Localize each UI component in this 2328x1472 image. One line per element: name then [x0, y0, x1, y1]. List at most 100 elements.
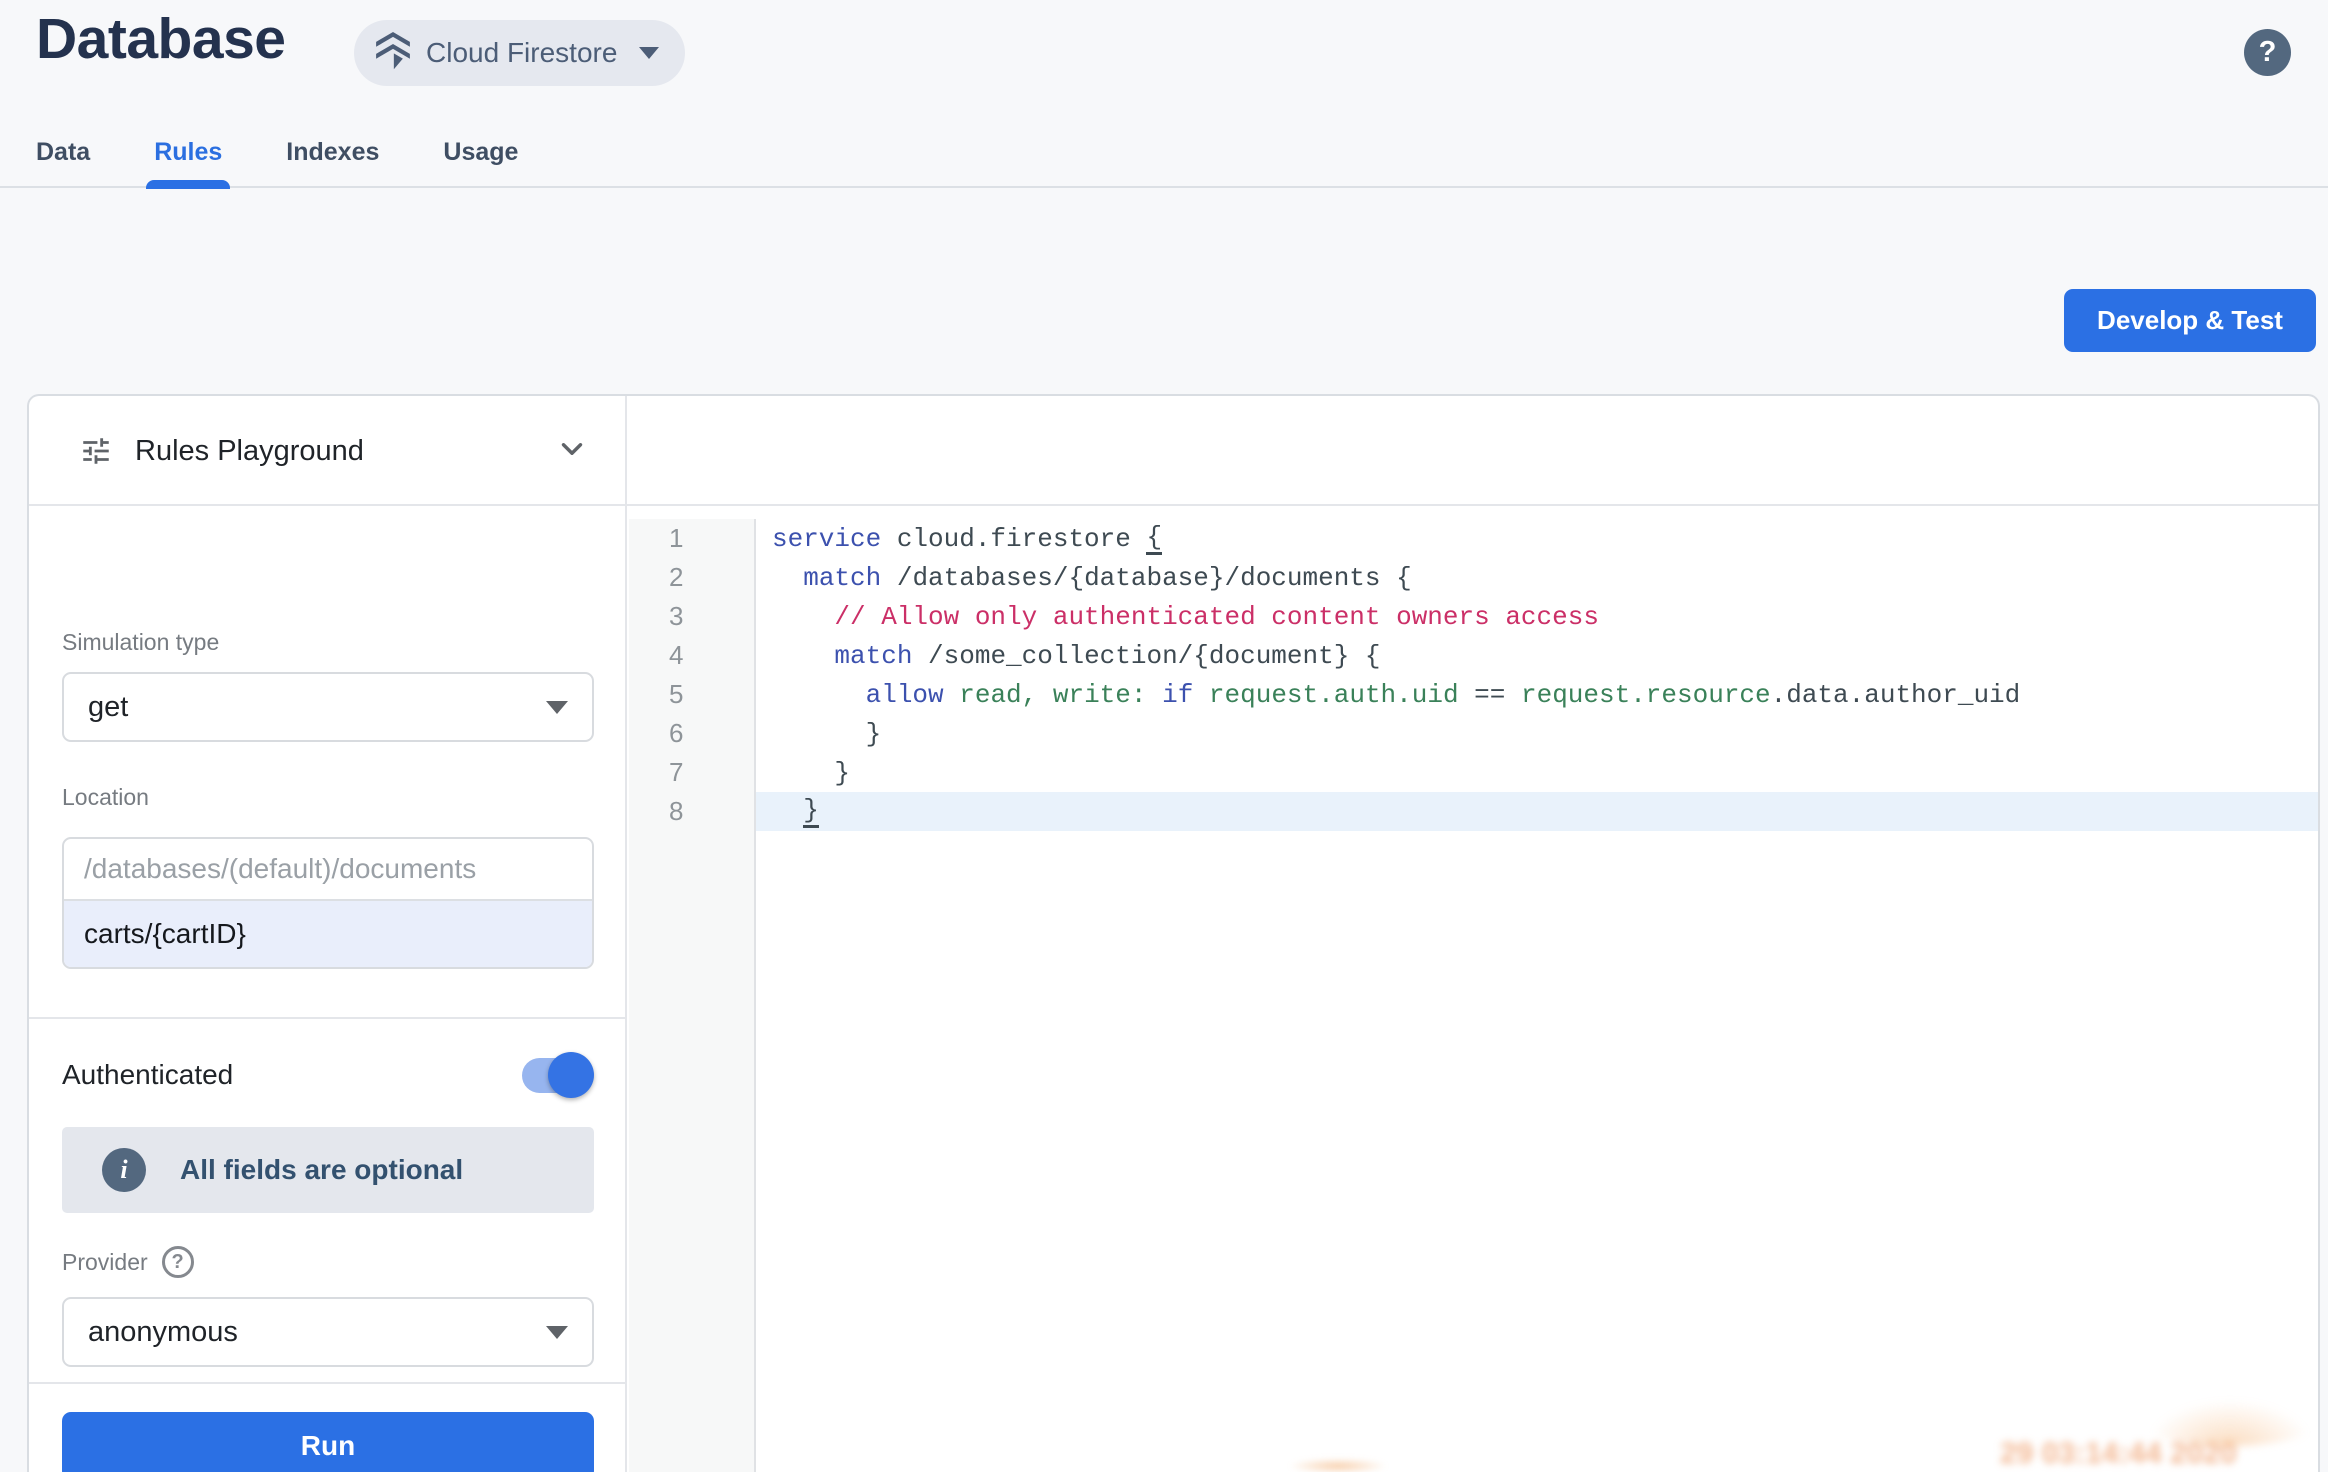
code-line-8[interactable]: 8 } [629, 792, 2318, 831]
code-token [944, 680, 960, 710]
code-token: request.auth.uid [1209, 680, 1459, 710]
code-text: } [756, 714, 2318, 753]
info-icon: i [102, 1148, 146, 1192]
code-token: { [1146, 522, 1162, 555]
simulation-type-label: Simulation type [62, 629, 219, 656]
code-token: allow [866, 680, 944, 710]
provider-value: anonymous [88, 1316, 238, 1349]
location-label: Location [62, 784, 149, 811]
line-number: 1 [629, 519, 756, 558]
authenticated-label: Authenticated [62, 1059, 233, 1091]
code-token: read, write: [959, 680, 1162, 710]
chevron-down-icon [639, 47, 659, 59]
location-input[interactable]: /databases/(default)/documents [64, 839, 592, 901]
code-token [772, 680, 866, 710]
line-number: 3 [629, 597, 756, 636]
code-token: /some_collection/{document} { [912, 641, 1380, 671]
code-text: // Allow only authenticated content owne… [756, 597, 2318, 636]
rules-playground-title: Rules Playground [135, 435, 555, 468]
code-text: } [756, 792, 2318, 831]
location-box: /databases/(default)/documents carts/{ca… [62, 837, 594, 969]
simulation-type-select[interactable]: get [62, 672, 594, 742]
tab-label: Usage [443, 138, 518, 167]
toggle-knob [548, 1052, 594, 1098]
provider-label: Provider [62, 1249, 148, 1276]
code-text: } [756, 753, 2318, 792]
collapse-chevron-icon[interactable] [555, 432, 589, 471]
simulation-type-value: get [88, 691, 128, 724]
rules-playground-body: Simulation type get Location /databases/… [29, 506, 625, 1472]
location-placeholder: /databases/(default)/documents [84, 853, 476, 885]
divider [29, 1382, 625, 1384]
tab-label: Indexes [286, 138, 379, 167]
line-number: 4 [629, 636, 756, 675]
provider-row: Provider ? [62, 1246, 194, 1278]
gutter [629, 831, 756, 1472]
help-button[interactable]: ? [2244, 29, 2291, 76]
product-chip-label: Cloud Firestore [426, 37, 617, 69]
authenticated-toggle[interactable] [522, 1052, 594, 1098]
code-token: request.resource [1521, 680, 1771, 710]
tab-label: Rules [154, 138, 222, 167]
active-tab-indicator [146, 180, 230, 189]
line-number: 5 [629, 675, 756, 714]
code-token: == [1459, 680, 1521, 710]
code-token: } [772, 758, 850, 788]
code-token [1193, 680, 1209, 710]
tab-bar: Data Rules Indexes Usage [0, 118, 2328, 188]
code-line-3[interactable]: 3 // Allow only authenticated content ow… [629, 597, 2318, 636]
code-text: allow read, write: if request.auth.uid =… [756, 675, 2318, 714]
tab-rules[interactable]: Rules [154, 117, 222, 187]
code-token: match [803, 563, 881, 593]
code-line-6[interactable]: 6 } [629, 714, 2318, 753]
firestore-icon [376, 32, 410, 75]
dropdown-caret-icon [546, 1326, 568, 1339]
page-title: Database [36, 6, 285, 72]
line-number: 2 [629, 558, 756, 597]
code-token: // Allow only authenticated content owne… [772, 602, 1599, 632]
code-token: if [1162, 680, 1193, 710]
code-token: service [772, 524, 881, 554]
rules-playground-panel: Rules Playground Simulation type get Loc… [29, 396, 627, 1472]
develop-test-button[interactable]: Develop & Test [2064, 289, 2316, 352]
question-mark-icon: ? [2259, 36, 2277, 69]
code-token [772, 563, 803, 593]
info-banner-text: All fields are optional [180, 1154, 463, 1186]
code-token [772, 641, 834, 671]
dropdown-caret-icon [546, 701, 568, 714]
code-line-7[interactable]: 7 } [629, 753, 2318, 792]
code-line-2[interactable]: 2 match /databases/{database}/documents … [629, 558, 2318, 597]
code-text: match /some_collection/{document} { [756, 636, 2318, 675]
provider-help-icon[interactable]: ? [162, 1246, 194, 1278]
info-banner: i All fields are optional [62, 1127, 594, 1213]
code-area[interactable] [756, 831, 2318, 1472]
code-line-5[interactable]: 5 allow read, write: if request.auth.uid… [629, 675, 2318, 714]
code-text: service cloud.firestore { [756, 519, 2318, 558]
tab-data[interactable]: Data [36, 117, 90, 187]
product-selector-chip[interactable]: Cloud Firestore [354, 20, 685, 86]
location-value-row[interactable]: carts/{cartID} [64, 901, 592, 967]
code-token: match [834, 641, 912, 671]
tab-indexes[interactable]: Indexes [286, 117, 379, 187]
code-text: match /databases/{database}/documents { [756, 558, 2318, 597]
code-line-1[interactable]: 1service cloud.firestore { [629, 519, 2318, 558]
code-line-4[interactable]: 4 match /some_collection/{document} { [629, 636, 2318, 675]
tab-usage[interactable]: Usage [443, 117, 518, 187]
line-number: 7 [629, 753, 756, 792]
rules-card: Rules Playground Simulation type get Loc… [27, 394, 2320, 1472]
divider [29, 1017, 625, 1019]
location-value: carts/{cartID} [84, 918, 246, 950]
code-token: cloud.firestore [881, 524, 1146, 554]
editor-filler [629, 831, 2318, 1472]
authenticated-row: Authenticated [62, 1051, 594, 1098]
provider-select[interactable]: anonymous [62, 1297, 594, 1367]
code-token: /databases/{database}/documents { [881, 563, 1412, 593]
code-token: } [803, 795, 819, 828]
tab-label: Data [36, 138, 90, 167]
line-number: 6 [629, 714, 756, 753]
code-token [772, 797, 803, 827]
run-button[interactable]: Run [62, 1412, 594, 1472]
code-token: } [772, 719, 881, 749]
rules-playground-header[interactable]: Rules Playground [29, 396, 625, 506]
rules-code-editor[interactable]: 1service cloud.firestore {2 match /datab… [629, 506, 2318, 1472]
